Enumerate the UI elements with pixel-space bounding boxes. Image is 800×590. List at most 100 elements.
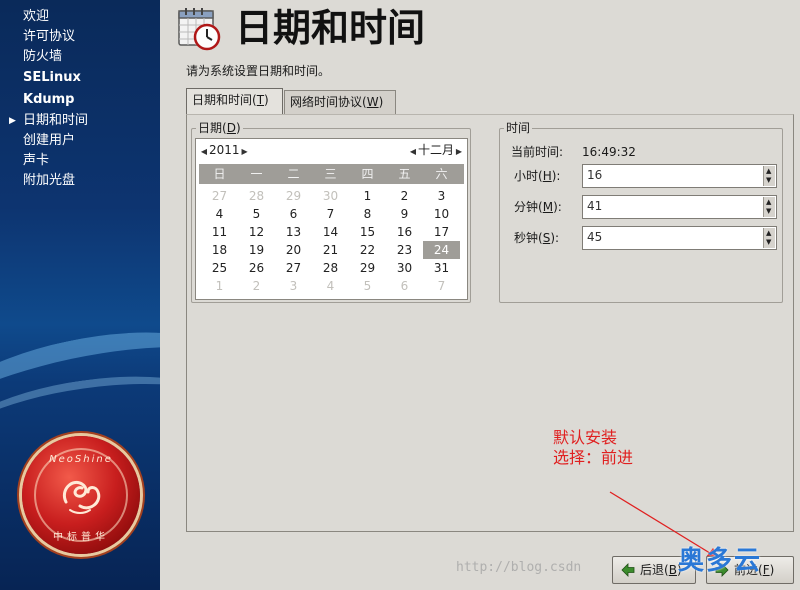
time-spinbox-value[interactable]: 41 [587, 199, 602, 213]
calendar-day[interactable]: 12 [238, 223, 275, 241]
sidebar: 欢迎 许可协议 防火墙 SELinux Kdump ▶ 日期和时间 创建用户 声卡 附加光盘 Ne… [0, 0, 160, 590]
back-mnemonic: B [668, 563, 677, 577]
time-field-label-text: 小时 [514, 169, 539, 183]
calendar-day[interactable]: 20 [275, 241, 312, 259]
weekday-label: 四 [361, 167, 374, 181]
calendar-day[interactable]: 3 [423, 187, 460, 205]
month-prev-icon[interactable]: ◀ [408, 143, 418, 161]
spin-down-icon[interactable]: ▼ [766, 238, 771, 247]
sidebar-item-label: 创建用户 [23, 133, 76, 148]
calendar-day[interactable]: 1 [201, 277, 238, 295]
spin-buttons[interactable]: ▲ ▼ [763, 228, 775, 248]
calendar-widget[interactable]: ◀ 2011 ▶ ◀ 十二月 ▶ 日一二三四五六 27 28 29 30 1 2 3 4 5 6 7 8 9 10… [195, 138, 468, 300]
calendar-day[interactable]: 29 [275, 187, 312, 205]
spin-up-icon[interactable]: ▲ [766, 167, 771, 176]
time-spinbox[interactable]: 41 ▲ ▼ [582, 195, 777, 219]
calendar-day[interactable]: 14 [312, 223, 349, 241]
calendar-day[interactable]: 23 [386, 241, 423, 259]
calendar-day[interactable]: 1 [349, 187, 386, 205]
calendar-day[interactable]: 30 [386, 259, 423, 277]
calendar-day[interactable]: 4 [201, 205, 238, 223]
calendar-day[interactable]: 26 [238, 259, 275, 277]
month-value: 十二月 [417, 143, 454, 157]
weekday-label: 日 [213, 167, 226, 181]
calendar-day-selected[interactable]: 24 [423, 241, 460, 259]
time-spinbox[interactable]: 16 ▲ ▼ [582, 164, 777, 188]
calendar-clock-icon [178, 8, 221, 51]
calendar-day[interactable]: 4 [312, 277, 349, 295]
calendar-day[interactable]: 8 [349, 205, 386, 223]
date-group-legend: 日期(D) [196, 121, 243, 135]
sidebar-item: 声卡 [0, 151, 160, 171]
tab-mnemonic: W [366, 95, 379, 109]
calendar-day[interactable]: 18 [201, 241, 238, 259]
annotation-line: 默认安装 [553, 428, 618, 447]
time-spinbox-value[interactable]: 16 [587, 168, 602, 182]
neoshine-logo: NeoShine 中标普华 [22, 436, 140, 554]
weekday-label: 五 [398, 167, 411, 181]
calendar-day[interactable]: 2 [238, 277, 275, 295]
spin-up-icon[interactable]: ▲ [766, 229, 771, 238]
calendar-day[interactable]: 6 [386, 277, 423, 295]
spin-buttons[interactable]: ▲ ▼ [763, 197, 775, 217]
calendar-day[interactable]: 27 [201, 187, 238, 205]
spin-down-icon[interactable]: ▼ [766, 207, 771, 216]
tab-date-and-time[interactable]: 日期和时间(T) [186, 88, 283, 115]
date-mnemonic: D [226, 121, 236, 135]
sidebar-item: SELinux [0, 68, 160, 88]
sidebar-item-label: SELinux [23, 70, 81, 85]
spin-down-icon[interactable]: ▼ [766, 176, 771, 185]
calendar-day[interactable]: 21 [312, 241, 349, 259]
tab-network-time-protocol[interactable]: 网络时间协议(W) [284, 90, 396, 115]
arrow-left-icon [621, 563, 635, 577]
tab-label: 日期和时间 [192, 93, 253, 107]
sidebar-item: 创建用户 [0, 131, 160, 151]
sidebar-item-label: 欢迎 [23, 9, 50, 24]
calendar-day[interactable]: 31 [423, 259, 460, 277]
calendar-day[interactable]: 5 [238, 205, 275, 223]
current-step-arrow-icon: ▶ [9, 116, 16, 126]
calendar-day[interactable]: 10 [423, 205, 460, 223]
calendar-day[interactable]: 2 [386, 187, 423, 205]
back-button-label: 后退(B) [640, 563, 682, 577]
calendar-day[interactable]: 3 [275, 277, 312, 295]
calendar-day[interactable]: 6 [275, 205, 312, 223]
time-field-label-text: 秒钟 [514, 231, 539, 245]
weekday-label: 三 [324, 167, 337, 181]
year-prev-icon[interactable]: ◀ [199, 143, 209, 161]
spin-up-icon[interactable]: ▲ [766, 198, 771, 207]
calendar-day[interactable]: 30 [312, 187, 349, 205]
back-label-text: 后退 [640, 563, 665, 577]
calendar-day[interactable]: 7 [423, 277, 460, 295]
calendar-day[interactable]: 27 [275, 259, 312, 277]
month-selector: ◀ 十二月 ▶ [408, 141, 464, 159]
watermark-url: http://blog.csdn [456, 560, 582, 575]
watermark-brand: 奥多云 [678, 546, 763, 576]
calendar-day[interactable]: 29 [349, 259, 386, 277]
sidebar-item: Kdump [0, 90, 160, 110]
calendar-day[interactable]: 15 [349, 223, 386, 241]
next-mnemonic: F [762, 563, 770, 577]
calendar-day[interactable]: 17 [423, 223, 460, 241]
calendar-day[interactable]: 28 [312, 259, 349, 277]
calendar-day[interactable]: 28 [238, 187, 275, 205]
calendar-day[interactable]: 25 [201, 259, 238, 277]
calendar-day[interactable]: 7 [312, 205, 349, 223]
year-next-icon[interactable]: ▶ [240, 143, 250, 161]
time-spinbox-value[interactable]: 45 [587, 230, 602, 244]
sidebar-item: 防火墙 [0, 47, 160, 67]
sidebar-item: 附加光盘 [0, 171, 160, 191]
time-field-mnemonic: S [542, 231, 551, 245]
calendar-day[interactable]: 5 [349, 277, 386, 295]
calendar-day[interactable]: 11 [201, 223, 238, 241]
calendar-day[interactable]: 19 [238, 241, 275, 259]
calendar-day[interactable]: 22 [349, 241, 386, 259]
time-field-label-text: 分钟 [514, 200, 539, 214]
calendar-day[interactable]: 9 [386, 205, 423, 223]
time-group-legend: 时间 [504, 121, 533, 135]
calendar-day[interactable]: 16 [386, 223, 423, 241]
month-next-icon[interactable]: ▶ [454, 143, 464, 161]
spin-buttons[interactable]: ▲ ▼ [763, 166, 775, 186]
calendar-day[interactable]: 13 [275, 223, 312, 241]
time-spinbox[interactable]: 45 ▲ ▼ [582, 226, 777, 250]
